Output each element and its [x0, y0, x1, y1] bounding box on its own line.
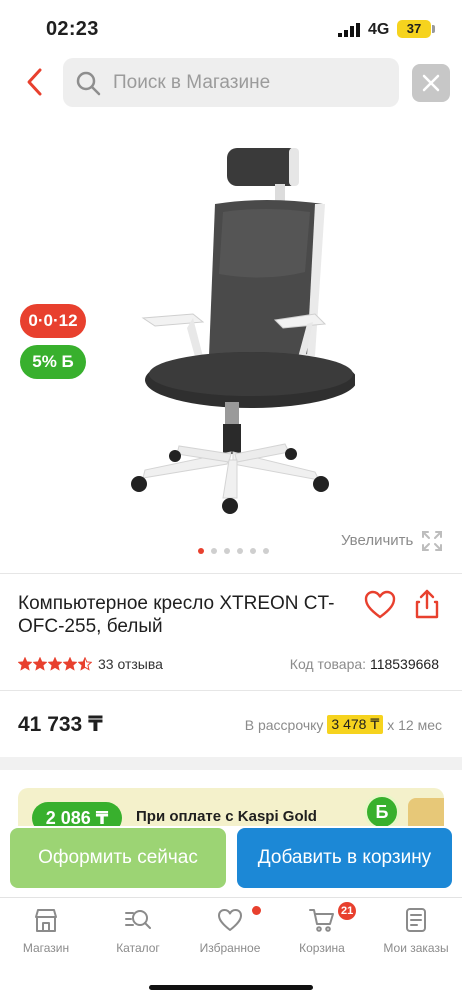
home-indicator [149, 985, 313, 990]
rating-stars [18, 657, 92, 671]
heart-icon [218, 909, 242, 931]
battery-icon: 37 [397, 20, 431, 38]
installment-badge: 0·0·12 [20, 304, 86, 338]
search-bar[interactable] [63, 58, 399, 107]
rating-row: 33 отзыва [18, 655, 163, 673]
nav-item-orders[interactable]: Мои заказы [370, 898, 462, 968]
cart-count-badge: 21 [338, 902, 357, 920]
nav-item-cart[interactable]: 21 Корзина [276, 898, 368, 968]
nav-label: Избранное [199, 941, 261, 955]
bonus-badge: 5% Б [20, 345, 86, 379]
installment-prefix: В рассрочку [244, 716, 324, 733]
back-chevron-icon[interactable] [22, 66, 50, 98]
product-code-label: Код товара: [289, 656, 367, 672]
add-to-cart-button[interactable]: Добавить в корзину [237, 828, 452, 888]
product-price: 41 733 ₸ [18, 713, 103, 736]
page-dot [198, 548, 204, 554]
status-time: 02:23 [46, 18, 99, 40]
nav-label: Магазин [22, 941, 70, 955]
signal-icon [338, 23, 360, 37]
status-bar: 02:23 4G 37 [0, 0, 462, 58]
order-now-button[interactable]: Оформить сейчас [10, 828, 226, 888]
star-icon [48, 657, 62, 671]
product-code: Код товара: 118539668 [290, 656, 439, 672]
product-code-value: 118539668 [369, 656, 439, 672]
expand-icon[interactable] [420, 529, 444, 553]
product-title: Компьютерное кресло XTREON CT-OFC-255, б… [18, 593, 335, 637]
page-dot [237, 548, 243, 554]
gallery-pagination [198, 548, 269, 554]
product-image-office-chair[interactable] [115, 142, 355, 514]
installment-suffix: х 12 мес [387, 716, 442, 733]
page-dot [211, 548, 217, 554]
shop-icon [35, 909, 57, 932]
page-dot [250, 548, 256, 554]
nav-label: Корзина [299, 941, 345, 955]
favorite-heart-icon[interactable] [363, 589, 397, 621]
nav-item-shop[interactable]: Магазин [0, 898, 92, 968]
battery-tip [432, 25, 435, 33]
zoom-link[interactable]: Увеличить [341, 532, 413, 549]
search-input[interactable] [113, 58, 393, 107]
nav-label: Каталог [116, 941, 160, 955]
share-icon[interactable] [413, 588, 441, 620]
star-icon [33, 657, 47, 671]
action-bar: Оформить сейчас Добавить в корзину [0, 826, 462, 896]
page-dot [224, 548, 230, 554]
nav-label: Мои заказы [383, 941, 449, 955]
product-gallery[interactable]: 0·0·12 5% Б Увеличить [0, 112, 462, 568]
catalog-search-icon [125, 910, 151, 929]
close-icon [422, 74, 440, 92]
divider [0, 690, 462, 691]
cart-icon [309, 909, 334, 932]
search-icon [76, 71, 101, 96]
page-dot [263, 548, 269, 554]
installment-info: В рассрочку 3 478 ₸ х 12 мес [245, 715, 442, 734]
star-icon [18, 657, 32, 671]
nav-item-favorites[interactable]: Избранное [184, 898, 276, 968]
close-search-button[interactable] [412, 64, 450, 102]
reviews-link[interactable]: 33 отзыва [98, 656, 163, 672]
promo-text: При оплате с Kaspi Gold [136, 808, 317, 825]
installment-amount: 3 478 ₸ [327, 715, 384, 734]
orders-icon [406, 908, 426, 932]
star-icon [78, 657, 92, 671]
nav-item-catalog[interactable]: Каталог [92, 898, 184, 968]
bonus-coin-icon: Б [364, 794, 400, 830]
network-label: 4G [368, 21, 390, 38]
favorites-dot [252, 906, 261, 915]
section-separator [0, 757, 462, 770]
divider [0, 573, 462, 574]
star-icon [63, 657, 77, 671]
